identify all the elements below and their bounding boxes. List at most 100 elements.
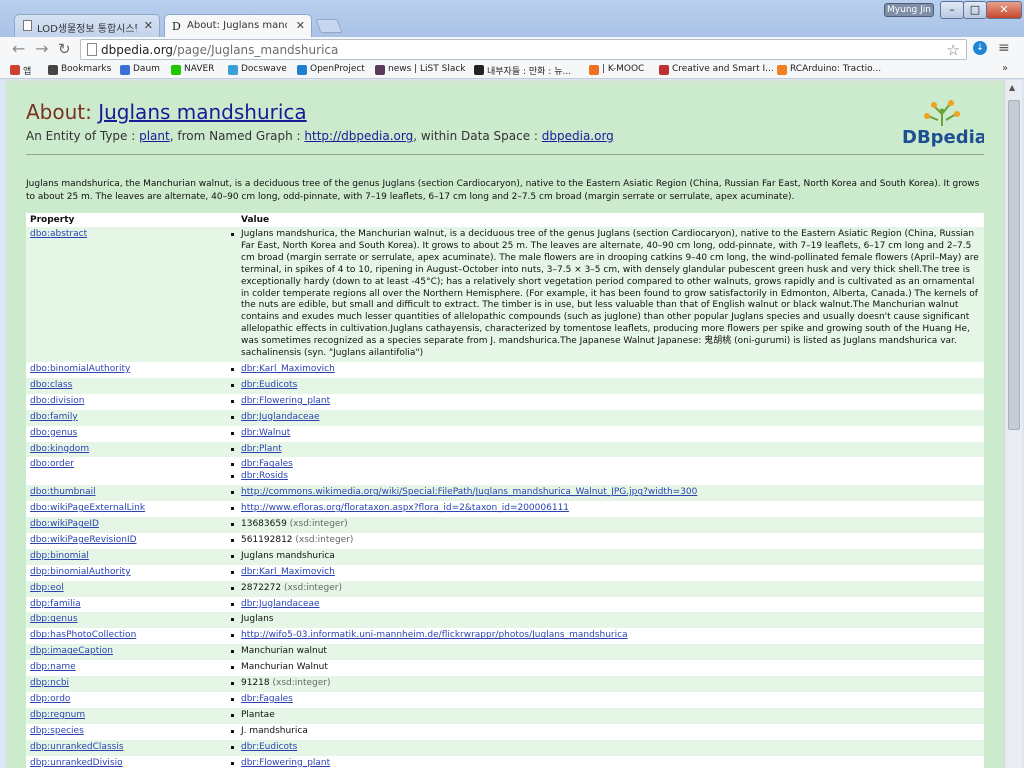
vertical-scrollbar[interactable]: ▲	[1004, 80, 1022, 768]
property-link[interactable]: dbp:name	[30, 662, 76, 674]
bookmark-item[interactable]: | K-MOOC	[589, 64, 644, 75]
user-profile-badge[interactable]: Myung Jin	[884, 3, 934, 17]
property-link[interactable]: dbo:order	[30, 459, 74, 471]
back-arrow-icon[interactable]: ←	[12, 40, 25, 58]
table-row: dbp:hasPhotoCollection http://wifo5-03.in…	[26, 628, 984, 645]
table-row: dbp:ordo dbr:Fagales	[26, 692, 984, 708]
table-row: dbp:imageCaption Manchurian walnut	[26, 644, 984, 661]
maximize-button[interactable]: □	[963, 1, 987, 19]
property-link[interactable]: dbp:binomialAuthority	[30, 567, 131, 579]
property-link[interactable]: dbo:genus	[30, 428, 77, 440]
value-item: dbr:Karl_Maximovich	[231, 364, 984, 376]
close-icon[interactable]: ✕	[144, 19, 153, 32]
property-link[interactable]: dbo:thumbnail	[30, 487, 96, 499]
value-item: 2872272 (xsd:integer)	[231, 583, 984, 595]
dbpedia-logo[interactable]: DBpedia	[902, 96, 984, 148]
col-value-header: Value	[241, 215, 270, 225]
reload-icon[interactable]: ↻	[58, 40, 71, 58]
value-link[interactable]: dbr:Flowering_plant	[241, 396, 330, 406]
value-literal: 13683659	[241, 519, 287, 530]
value-item: 561192812 (xsd:integer)	[231, 535, 984, 547]
bookmark-item[interactable]: 내부자들 : 만화 : 뉴...	[474, 64, 571, 77]
property-link[interactable]: dbp:regnum	[30, 710, 85, 722]
property-link[interactable]: dbo:class	[30, 380, 72, 392]
abstract-value: Juglans mandshurica, the Manchurian waln…	[231, 229, 984, 360]
value-item: http://wifo5-03.informatik.uni-mannheim.…	[231, 630, 984, 642]
value-link[interactable]: dbr:Flowering_plant	[241, 758, 330, 768]
value-link[interactable]: dbr:Fagales	[241, 694, 293, 704]
close-icon[interactable]: ✕	[296, 19, 305, 32]
property-link[interactable]: dbp:ncbi	[30, 678, 69, 690]
property-link[interactable]: dbp:binomial	[30, 551, 89, 563]
tab-lod-bio[interactable]: LOD생물정보 통합시스템 ✕	[14, 14, 160, 37]
table-row: dbp:eol 2872272 (xsd:integer)	[26, 580, 984, 597]
close-window-button[interactable]: ✕	[986, 1, 1022, 19]
value-link[interactable]: dbr:Karl_Maximovich	[241, 567, 335, 577]
new-tab-button[interactable]	[315, 19, 343, 33]
property-link[interactable]: dbp:familia	[30, 599, 81, 611]
bookmark-item[interactable]: 앱	[10, 64, 31, 77]
value-link[interactable]: dbr:Plant	[241, 444, 282, 454]
property-link[interactable]: dbp:species	[30, 726, 84, 738]
forward-arrow-icon[interactable]: →	[35, 40, 48, 58]
data-space-link[interactable]: dbpedia.org	[542, 129, 614, 143]
property-link[interactable]: dbp:ordo	[30, 694, 70, 706]
property-link[interactable]: dbp:imageCaption	[30, 646, 113, 658]
table-row: dbp:binomialAuthority dbr:Karl_Maximovich	[26, 564, 984, 581]
property-link[interactable]: dbo:binomialAuthority	[30, 364, 130, 376]
bookmark-item[interactable]: NAVER	[171, 64, 214, 75]
value-link[interactable]: http://www.efloras.org/florataxon.aspx?f…	[241, 503, 569, 513]
property-link[interactable]: dbo:wikiPageID	[30, 519, 99, 531]
scroll-thumb[interactable]	[1008, 100, 1020, 430]
property-link[interactable]: dbo:abstract	[30, 229, 87, 241]
value-link[interactable]: dbr:Rosids	[241, 471, 288, 481]
table-row: dbo:wikiPageExternalLink http://www.eflor…	[26, 501, 984, 518]
value-link[interactable]: dbr:Karl_Maximovich	[241, 364, 335, 374]
value-item: dbr:Rosids	[231, 471, 984, 483]
title-link[interactable]: Juglans mandshurica	[98, 100, 306, 124]
value-link[interactable]: dbr:Eudicots	[241, 380, 297, 390]
value-item: dbr:Fagales	[231, 459, 984, 471]
bookmarks-overflow-icon[interactable]: »	[1002, 63, 1008, 74]
property-link[interactable]: dbo:division	[30, 396, 84, 408]
tab-dbpedia[interactable]: D About: Juglans mandshurica ✕	[164, 14, 312, 37]
bookmark-item[interactable]: Creative and Smart I...	[659, 64, 774, 75]
property-link[interactable]: dbp:unrankedClassis	[30, 742, 124, 754]
bookmark-label: OpenProject	[310, 64, 365, 74]
page-viewport: About: Juglans mandshurica An Entity of …	[6, 80, 1004, 768]
entity-type-link[interactable]: plant	[139, 129, 170, 143]
property-link[interactable]: dbo:wikiPageExternalLink	[30, 503, 145, 515]
named-graph-link[interactable]: http://dbpedia.org	[304, 129, 413, 143]
value-link[interactable]: dbr:Juglandaceae	[241, 412, 320, 422]
property-link[interactable]: dbo:family	[30, 412, 78, 424]
bookmarks-bar: 앱 Bookmarks Daum NAVER Docswave OpenProject ne…	[0, 62, 1024, 79]
bookmark-item[interactable]: news | LiST Slack	[375, 64, 466, 75]
address-bar[interactable]: dbpedia.org/page/Juglans_mandshurica ☆	[80, 39, 967, 60]
value-link[interactable]: dbr:Walnut	[241, 428, 290, 438]
download-extension-icon[interactable]: ↓	[973, 41, 987, 55]
value-link[interactable]: http://wifo5-03.informatik.uni-mannheim.…	[241, 630, 628, 640]
hamburger-menu-icon[interactable]: ≡	[998, 40, 1010, 56]
bookmark-item[interactable]: Bookmarks	[48, 64, 111, 75]
value-item: http://www.efloras.org/florataxon.aspx?f…	[231, 503, 984, 515]
minimize-button[interactable]: –	[940, 1, 964, 19]
bookmark-item[interactable]: OpenProject	[297, 64, 365, 75]
scroll-up-arrow-icon[interactable]: ▲	[1009, 83, 1015, 92]
value-link[interactable]: dbr:Fagales	[241, 459, 293, 469]
property-link[interactable]: dbo:wikiPageRevisionID	[30, 535, 137, 547]
value-link[interactable]: http://commons.wikimedia.org/wiki/Specia…	[241, 487, 697, 497]
property-link[interactable]: dbp:genus	[30, 614, 78, 626]
property-link[interactable]: dbp:eol	[30, 583, 64, 595]
value-link[interactable]: dbr:Eudicots	[241, 742, 297, 752]
bookmark-star-icon[interactable]: ☆	[947, 41, 960, 59]
property-link[interactable]: dbo:kingdom	[30, 444, 89, 456]
property-link[interactable]: dbp:unrankedDivisio	[30, 758, 123, 768]
property-link[interactable]: dbp:hasPhotoCollection	[30, 630, 136, 642]
bookmark-item[interactable]: Daum	[120, 64, 160, 75]
value-link[interactable]: dbr:Juglandaceae	[241, 599, 320, 609]
table-row: dbo:wikiPageID 13683659 (xsd:integer)	[26, 517, 984, 533]
bookmark-item[interactable]: Docswave	[228, 64, 287, 75]
browser-toolbar: ← → ↻ dbpedia.org/page/Juglans_mandshuri…	[0, 37, 1024, 62]
bookmark-item[interactable]: RCArduino: Tractio...	[777, 64, 881, 75]
value-item: 91218 (xsd:integer)	[231, 678, 984, 690]
